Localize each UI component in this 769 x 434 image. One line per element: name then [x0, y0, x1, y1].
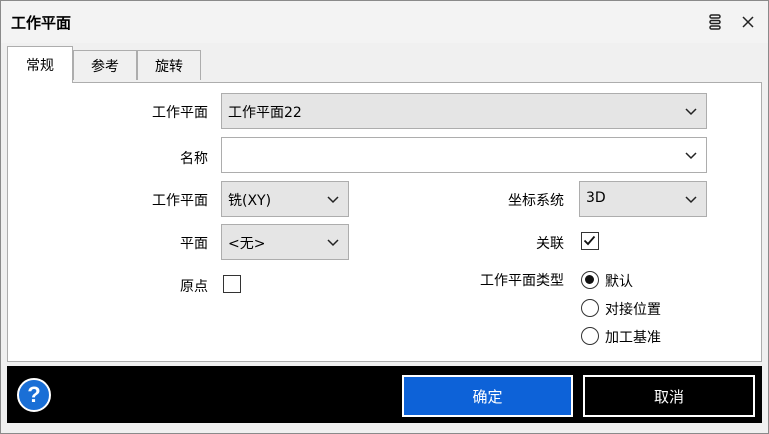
- tab-general-label: 常规: [26, 58, 54, 74]
- radio-docking-position[interactable]: [581, 299, 599, 317]
- plane-select[interactable]: <无>: [221, 224, 349, 260]
- name-field[interactable]: [221, 137, 707, 173]
- radio-default-label: 默认: [605, 274, 633, 290]
- chevron-down-icon: [684, 193, 698, 209]
- tab-reference-label: 参考: [91, 58, 119, 75]
- dialog-title: 工作平面: [11, 14, 72, 32]
- coord-system-select[interactable]: 3D: [579, 181, 707, 217]
- tab-rotation-label: 旋转: [155, 58, 183, 75]
- associate-checkbox[interactable]: [581, 232, 599, 250]
- tab-rotation[interactable]: 旋转: [137, 50, 201, 80]
- workplane-dialog: 工作平面 常规 参考 旋转 工作平面 工作平面22 名称 工作平面 铣(XY) …: [0, 0, 769, 434]
- general-panel: 工作平面 工作平面22 名称 工作平面 铣(XY) 坐标系统 3D 平面 <无>…: [7, 82, 762, 362]
- tab-reference[interactable]: 参考: [73, 50, 137, 80]
- ok-button[interactable]: 确定: [402, 375, 573, 417]
- options-icon[interactable]: [705, 12, 725, 32]
- radio-machining-datum[interactable]: [581, 327, 599, 345]
- workplane-label: 工作平面: [152, 105, 208, 121]
- wp-type-label: 工作平面类型: [480, 273, 564, 289]
- radio-machining-datum-label: 加工基准: [605, 330, 661, 346]
- origin-checkbox[interactable]: [223, 275, 241, 293]
- button-bar: ? 确定 取消: [7, 366, 762, 423]
- chevron-down-icon: [326, 193, 340, 209]
- workplane-select[interactable]: 工作平面22: [221, 93, 707, 129]
- plane-type-label: 工作平面: [152, 193, 208, 209]
- chevron-down-icon: [684, 105, 698, 121]
- coord-system-label: 坐标系统: [508, 193, 564, 209]
- close-icon[interactable]: [738, 12, 758, 32]
- name-label: 名称: [180, 151, 208, 167]
- plane-type-select[interactable]: 铣(XY): [221, 181, 349, 217]
- cancel-button[interactable]: 取消: [583, 375, 755, 417]
- radio-default[interactable]: [581, 271, 599, 289]
- origin-label: 原点: [180, 279, 208, 295]
- coord-system-value: 3D: [586, 190, 606, 206]
- chevron-down-icon: [326, 236, 340, 252]
- plane-select-value: <无>: [228, 236, 266, 252]
- associate-label: 关联: [536, 236, 564, 252]
- plane-label: 平面: [180, 236, 208, 252]
- plane-type-value: 铣(XY): [228, 193, 272, 209]
- workplane-select-value: 工作平面22: [228, 105, 302, 121]
- chevron-down-icon[interactable]: [684, 149, 698, 165]
- title-bar: 工作平面: [1, 1, 768, 43]
- check-icon: [583, 235, 596, 246]
- tab-general[interactable]: 常规: [7, 46, 73, 83]
- radio-docking-position-label: 对接位置: [605, 302, 661, 318]
- help-icon[interactable]: ?: [17, 378, 51, 412]
